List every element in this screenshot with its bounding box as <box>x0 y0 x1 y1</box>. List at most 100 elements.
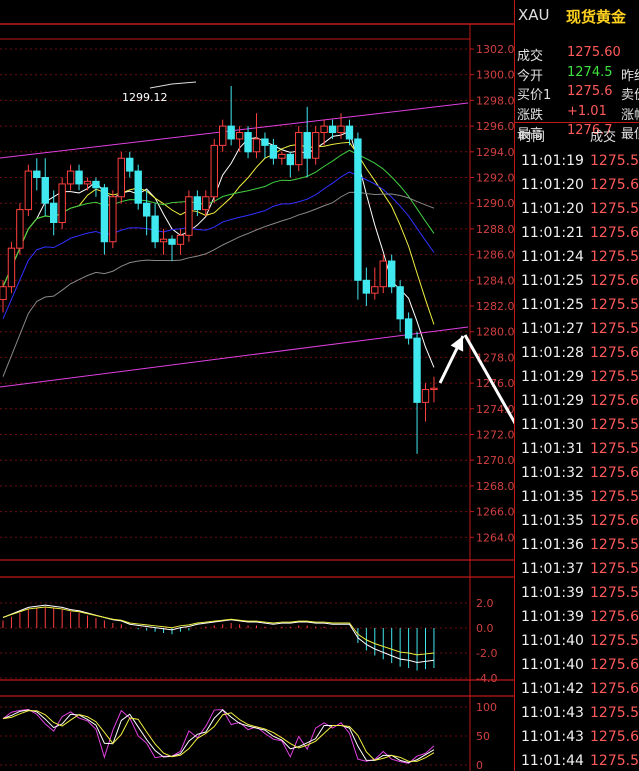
tick-row[interactable]: 11:01:40 1275.5 <box>515 630 639 654</box>
tick-row[interactable]: 11:01:42 1275.6 <box>515 678 639 702</box>
candle-body <box>50 202 58 223</box>
tick-row[interactable]: 11:01:20 1275.6 <box>515 174 639 198</box>
tick-row[interactable]: 11:01:39 1275.5 <box>515 582 639 606</box>
quote-label-2: 昨结 <box>621 68 639 84</box>
candle-body <box>311 132 320 159</box>
candle-body <box>117 157 125 198</box>
tick-row[interactable]: 11:01:35 1275.5 <box>515 486 639 510</box>
candle-body <box>24 170 33 211</box>
tick-price: 1275.6 <box>590 225 639 241</box>
tick-row[interactable]: 11:01:37 1275.5 <box>515 558 639 582</box>
quote-row: 买价1 1275.6 卖价 <box>515 83 639 103</box>
candle-body <box>278 153 286 159</box>
candle-body <box>66 170 75 185</box>
tick-row[interactable]: 11:01:29 1275.6 <box>515 390 639 414</box>
tick-time: 11:01:21 <box>521 225 584 241</box>
price-tick-label: 1288.0 <box>476 223 515 236</box>
tick-price: 1275.5 <box>590 201 639 217</box>
tick-time: 11:01:40 <box>521 633 584 649</box>
tick-row[interactable]: 11:01:21 1275.6 <box>515 222 639 246</box>
tick-row[interactable]: 11:01:19 1275.5 <box>515 150 639 174</box>
quote-label: 今开 <box>517 68 544 84</box>
tick-price: 1275.6 <box>590 609 639 625</box>
tick-price: 1275.5 <box>590 441 639 457</box>
price-tick-label: 1296.0 <box>476 120 515 133</box>
tick-time: 11:01:39 <box>521 585 584 601</box>
tick-time: 11:01:20 <box>521 201 584 217</box>
candle-body <box>303 132 311 159</box>
candle-body <box>168 238 176 245</box>
candle-body <box>185 196 193 236</box>
candle-body <box>58 183 66 223</box>
quote-label: 买价1 <box>517 88 552 103</box>
price-tick-label: 1284.0 <box>476 274 515 287</box>
tick-row[interactable]: 11:01:20 1275.5 <box>515 198 639 222</box>
candle-body <box>193 196 202 211</box>
tick-row[interactable]: 11:01:32 1275.6 <box>515 462 639 486</box>
tick-time: 11:01:36 <box>521 537 584 553</box>
tick-price: 1275.6 <box>590 465 639 481</box>
tick-time: 11:01:28 <box>521 345 584 361</box>
tick-row[interactable]: 11:01:30 1275.5 <box>515 414 639 438</box>
tick-row[interactable]: 11:01:25 1275.6 <box>515 270 639 294</box>
candle-body <box>413 337 421 403</box>
tick-time: 11:01:44 <box>521 753 584 769</box>
quote-value: 1274.5 <box>567 64 613 80</box>
tick-price: 1275.5 <box>590 489 639 505</box>
tick-row[interactable]: 11:01:24 1275.5 <box>515 246 639 270</box>
tick-row[interactable]: 11:01:43 1275.6 <box>515 726 639 750</box>
tick-row[interactable]: 11:01:44 1275.5 <box>515 750 639 771</box>
quote-value: +1.01 <box>567 103 607 119</box>
price-tick-label: 1302.0 <box>476 43 515 56</box>
quote-label: 成交 <box>517 49 544 64</box>
tick-row[interactable]: 11:01:25 1275.5 <box>515 294 639 318</box>
candle-body <box>404 318 413 339</box>
tick-price: 1275.6 <box>590 345 639 361</box>
tick-row[interactable]: 11:01:28 1275.6 <box>515 342 639 366</box>
macd-panel: 2.0 0.0 -2.0 -4.0 <box>0 597 497 685</box>
kline-chart[interactable]: 1302.0 1300.0 1298.0 1296.0 1294.0 1292.0 1290… <box>0 0 515 771</box>
price-tick-label: 1266.0 <box>476 506 515 519</box>
tick-row[interactable]: 11:01:40 1275.6 <box>515 654 639 678</box>
price-tick-label: 1294.0 <box>476 146 515 159</box>
candle-body <box>75 170 83 185</box>
tick-price: 1275.5 <box>590 153 639 169</box>
kdj-panel: 100 50 0 <box>0 701 497 771</box>
tick-row[interactable]: 11:01:27 1275.5 <box>515 318 639 342</box>
tick-time: 11:01:35 <box>521 489 584 505</box>
kdj-tick-label: 0 <box>476 759 483 771</box>
candle-body <box>430 387 438 391</box>
macd-tick-label: -2.0 <box>476 647 497 660</box>
tick-price: 1275.5 <box>590 585 639 601</box>
candle-body <box>227 125 235 140</box>
tick-time: 11:01:29 <box>521 393 584 409</box>
moving-average-lines <box>0 102 469 388</box>
tick-row[interactable]: 11:01:31 1275.5 <box>515 438 639 462</box>
tick-time: 11:01:43 <box>521 729 584 745</box>
ma10-line <box>2 141 435 325</box>
tick-row[interactable]: 11:01:43 1275.5 <box>515 702 639 726</box>
tick-price: 1275.6 <box>590 681 639 697</box>
tick-price: 1275.5 <box>590 633 639 649</box>
quote-panel: XAU 现货黄金 成交 1275.60 今开 1274.5 昨结买价1 1275.6 卖价涨… <box>515 0 639 771</box>
quote-row: 涨跌 +1.01 涨幅 <box>515 103 639 123</box>
tick-price: 1275.6 <box>590 657 639 673</box>
tick-row[interactable]: 11:01:29 1275.5 <box>515 366 639 390</box>
tick-time: 11:01:40 <box>521 657 584 673</box>
candle-body <box>126 157 134 172</box>
tick-row[interactable]: 11:01:35 1275.6 <box>515 510 639 534</box>
candle-body <box>151 215 159 243</box>
candle-body <box>159 238 168 243</box>
quote-value: 1275.60 <box>567 45 621 60</box>
candle-body <box>328 125 337 134</box>
candle-body <box>371 286 379 294</box>
ma5-line <box>2 130 435 368</box>
tick-row[interactable]: 11:01:36 1275.5 <box>515 534 639 558</box>
quote-label-2: 卖价 <box>621 88 639 103</box>
kdj-tick-label: 100 <box>476 701 497 714</box>
candle-body <box>421 389 430 403</box>
price-axis: 1302.0 1300.0 1298.0 1296.0 1294.0 1292.0 1290… <box>470 43 515 544</box>
tick-time: 11:01:30 <box>521 417 584 433</box>
tick-row[interactable]: 11:01:39 1275.6 <box>515 606 639 630</box>
tick-price: 1275.5 <box>590 537 639 553</box>
